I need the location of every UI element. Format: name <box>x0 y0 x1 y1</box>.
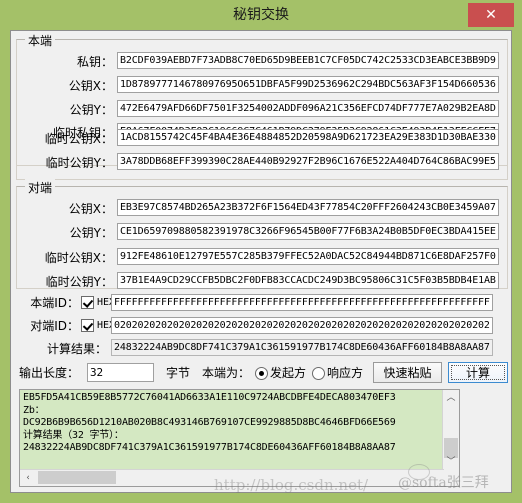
local-public-key-y-label: 公钥Y： <box>69 103 113 117</box>
peer-temp-public-key-x-input[interactable]: 912FE48610E12797E557C285B379FFEC52A0DAC5… <box>117 248 499 265</box>
client-area: 本端 私钥： B2CDF039AEBD7F73ADB8C70ED65D9BEEB… <box>10 30 512 493</box>
local-private-key-label: 私钥： <box>76 55 113 69</box>
radio-responder-label: 响应方 <box>327 366 364 380</box>
radio-initiator[interactable] <box>255 367 268 380</box>
calculate-button-label: 计算 <box>465 366 490 380</box>
local-id-input[interactable]: FFFFFFFFFFFFFFFFFFFFFFFFFFFFFFFFFFFFFFFF… <box>111 294 493 311</box>
peer-temp-public-key-y-input[interactable]: 37B1E4A9CD29CCFB5DBC2F0DFB83CCACDC249D3B… <box>117 272 499 289</box>
peer-id-label: 对端ID： <box>30 319 79 333</box>
local-role-label: 本端为： <box>202 366 251 380</box>
output-console-text: EB5FD5A41CB59E8B5772C76041AD6633A1E110C9… <box>20 390 444 470</box>
quick-paste-button[interactable]: 快速粘贴 <box>373 362 442 383</box>
peer-public-key-x-label: 公钥X： <box>68 202 113 216</box>
scroll-down-icon[interactable]: ﹀ <box>443 454 459 470</box>
local-private-key-input[interactable]: B2CDF039AEBD7F73ADB8C70ED65D9BEEB1C7CF05… <box>117 52 499 69</box>
local-temp-public-key-x-label: 临时公钥X： <box>44 132 113 146</box>
output-horizontal-scrollbar[interactable]: ‹ <box>20 469 444 486</box>
scrollbar-corner <box>443 470 459 486</box>
peer-group-box: 对端 公钥X： EB3E97C8574BD265A23B372F6F1564ED… <box>16 179 508 289</box>
horizontal-scroll-thumb[interactable] <box>38 471 116 484</box>
scroll-up-icon[interactable]: ︿ <box>443 390 459 406</box>
output-vertical-scrollbar[interactable]: ︿ ﹀ <box>442 390 459 470</box>
close-icon[interactable]: ✕ <box>468 3 514 27</box>
peer-temp-public-key-x-label: 临时公钥X： <box>44 251 113 265</box>
calculate-button[interactable]: 计算 <box>448 362 508 383</box>
scroll-left-icon[interactable]: ‹ <box>20 470 36 486</box>
local-public-key-x-input[interactable]: 1D878977714678097695O651DBFA5F99D2536962… <box>117 76 499 93</box>
peer-group-legend: 对端 <box>25 179 56 196</box>
local-temp-group-box: 临时公钥X： 1ACD8155742C45F4BA4E36E4884852D20… <box>16 126 508 180</box>
local-temp-public-key-y-label: 临时公钥Y： <box>45 156 113 170</box>
local-temp-public-key-y-input[interactable]: 3A78DDB68EFF399390C28AE440B92927F2B96C16… <box>117 153 499 170</box>
peer-id-hex-checkbox[interactable] <box>81 319 94 332</box>
result-label: 计算结果： <box>46 342 107 356</box>
app-window: 秘钥交换 ✕ 本端 私钥： B2CDF039AEBD7F73ADB8C70ED6… <box>0 0 522 503</box>
local-public-key-x-label: 公钥X： <box>68 79 113 93</box>
radio-initiator-label: 发起方 <box>270 366 307 380</box>
byte-unit-label: 字节 <box>166 366 191 380</box>
peer-public-key-y-input[interactable]: CE1D659709880582391978C3266F96545B00F77F… <box>117 223 499 240</box>
peer-public-key-y-label: 公钥Y： <box>69 226 113 240</box>
peer-id-input[interactable]: 0202020202020202020202020202020202020202… <box>111 317 493 334</box>
local-public-key-y-input[interactable]: 472E6479AFD66DF7501F3254002ADDF096A21C35… <box>117 100 499 117</box>
peer-temp-public-key-y-label: 临时公钥Y： <box>45 275 113 289</box>
title-bar: 秘钥交换 ✕ <box>0 0 522 30</box>
radio-responder[interactable] <box>312 367 325 380</box>
local-group-legend: 本端 <box>25 32 56 49</box>
output-console[interactable]: EB5FD5A41CB59E8B5772C76041AD6633A1E110C9… <box>19 389 460 487</box>
local-temp-public-key-x-input[interactable]: 1ACD8155742C45F4BA4E36E4884852D20598A9D6… <box>117 129 499 146</box>
output-length-label: 输出长度： <box>19 366 80 380</box>
result-output-field: 24832224AB9DC8DF741C379A1C361591977B174C… <box>111 339 493 356</box>
local-id-label: 本端ID： <box>30 296 79 310</box>
local-id-hex-checkbox[interactable] <box>81 296 94 309</box>
window-title: 秘钥交换 <box>233 7 289 23</box>
peer-public-key-x-input[interactable]: EB3E97C8574BD265A23B372F6F1564ED43F77854… <box>117 199 499 216</box>
output-length-input[interactable]: 32 <box>87 363 154 382</box>
